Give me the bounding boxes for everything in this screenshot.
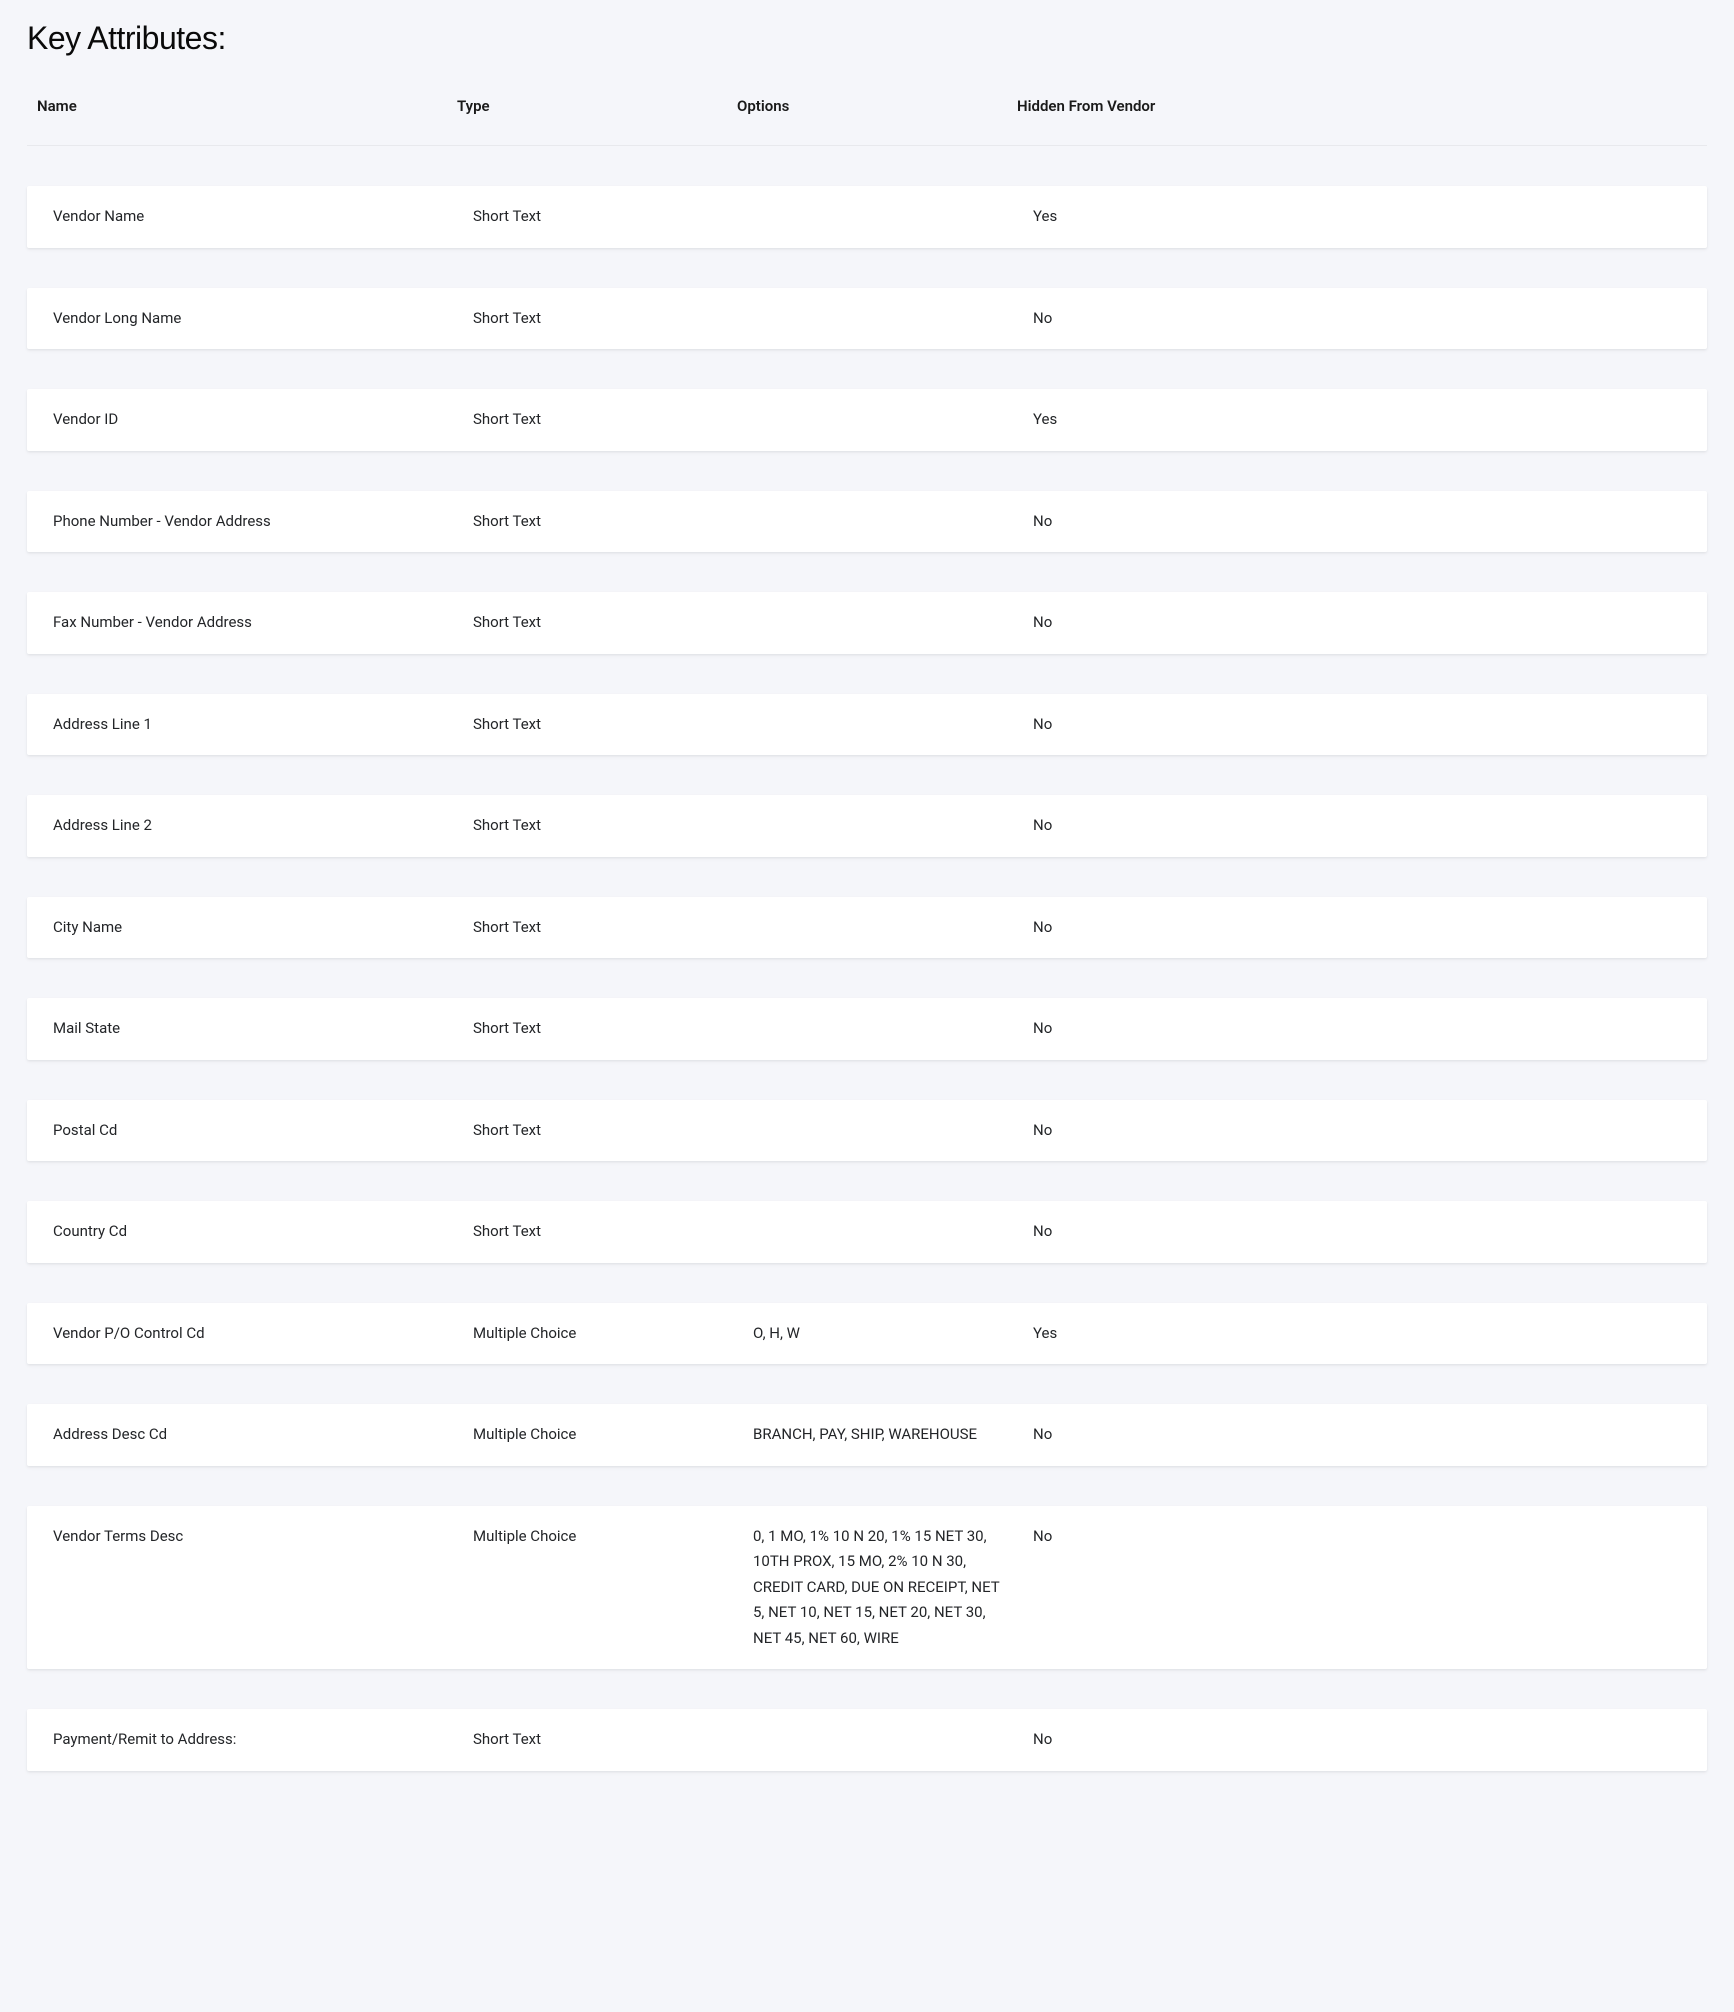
- attribute-hidden: No: [1023, 1422, 1691, 1448]
- attribute-type: Short Text: [463, 915, 743, 941]
- attribute-type: Short Text: [463, 1727, 743, 1753]
- key-attributes-section: Key Attributes: Name Type Options Hidden…: [27, 20, 1707, 1771]
- attribute-hidden: No: [1023, 1524, 1691, 1550]
- attribute-name: Vendor Long Name: [43, 306, 463, 332]
- attribute-name: Fax Number - Vendor Address: [43, 610, 463, 636]
- section-title: Key Attributes:: [27, 20, 1707, 57]
- attribute-hidden: No: [1023, 813, 1691, 839]
- attribute-row[interactable]: Vendor IDShort Text Yes: [27, 389, 1707, 451]
- attribute-row[interactable]: City NameShort Text No: [27, 897, 1707, 959]
- header-name: Name: [27, 97, 447, 115]
- attribute-type: Short Text: [463, 407, 743, 433]
- attribute-name: Payment/Remit to Address:: [43, 1727, 463, 1753]
- attribute-name: Address Line 1: [43, 712, 463, 738]
- attribute-row[interactable]: Address Line 2Short Text No: [27, 795, 1707, 857]
- attribute-name: Vendor ID: [43, 407, 463, 433]
- attribute-name: Phone Number - Vendor Address: [43, 509, 463, 535]
- attribute-hidden: No: [1023, 610, 1691, 636]
- attribute-options: 0, 1 MO, 1% 10 N 20, 1% 15 NET 30, 10TH …: [743, 1524, 1023, 1652]
- attribute-options: O, H, W: [743, 1321, 1023, 1347]
- attribute-type: Short Text: [463, 1118, 743, 1144]
- attribute-row[interactable]: Payment/Remit to Address:Short Text No: [27, 1709, 1707, 1771]
- header-hidden: Hidden From Vendor: [1007, 97, 1707, 115]
- attribute-hidden: No: [1023, 915, 1691, 941]
- header-type: Type: [447, 97, 727, 115]
- attribute-type: Short Text: [463, 610, 743, 636]
- header-options: Options: [727, 97, 1007, 115]
- attribute-type: Multiple Choice: [463, 1524, 743, 1550]
- attribute-name: Country Cd: [43, 1219, 463, 1245]
- attribute-row[interactable]: Vendor Terms DescMultiple Choice0, 1 MO,…: [27, 1506, 1707, 1670]
- attribute-hidden: Yes: [1023, 407, 1691, 433]
- attribute-row[interactable]: Vendor NameShort Text Yes: [27, 186, 1707, 248]
- attribute-type: Short Text: [463, 712, 743, 738]
- attribute-name: City Name: [43, 915, 463, 941]
- attribute-hidden: No: [1023, 712, 1691, 738]
- attribute-type: Short Text: [463, 1016, 743, 1042]
- attribute-name: Mail State: [43, 1016, 463, 1042]
- attribute-name: Vendor Name: [43, 204, 463, 230]
- attribute-name: Vendor P/O Control Cd: [43, 1321, 463, 1347]
- attribute-type: Short Text: [463, 1219, 743, 1245]
- attribute-type: Multiple Choice: [463, 1422, 743, 1448]
- attribute-hidden: No: [1023, 1016, 1691, 1042]
- attribute-type: Short Text: [463, 306, 743, 332]
- table-header: Name Type Options Hidden From Vendor: [27, 85, 1707, 146]
- attribute-rows: Vendor NameShort TextYesVendor Long Name…: [27, 186, 1707, 1771]
- attribute-name: Postal Cd: [43, 1118, 463, 1144]
- attribute-name: Address Line 2: [43, 813, 463, 839]
- attribute-type: Short Text: [463, 509, 743, 535]
- attribute-row[interactable]: Vendor Long NameShort Text No: [27, 288, 1707, 350]
- attribute-hidden: No: [1023, 1118, 1691, 1144]
- attribute-type: Multiple Choice: [463, 1321, 743, 1347]
- attribute-hidden: Yes: [1023, 204, 1691, 230]
- attribute-hidden: No: [1023, 509, 1691, 535]
- attribute-row[interactable]: Address Desc CdMultiple ChoiceBRANCH, PA…: [27, 1404, 1707, 1466]
- attribute-row[interactable]: Phone Number - Vendor AddressShort Text N…: [27, 491, 1707, 553]
- attribute-row[interactable]: Fax Number - Vendor AddressShort Text No: [27, 592, 1707, 654]
- attribute-row[interactable]: Address Line 1Short Text No: [27, 694, 1707, 756]
- attribute-hidden: No: [1023, 1219, 1691, 1245]
- attribute-hidden: Yes: [1023, 1321, 1691, 1347]
- attribute-name: Address Desc Cd: [43, 1422, 463, 1448]
- attribute-row[interactable]: Country CdShort Text No: [27, 1201, 1707, 1263]
- attribute-options: BRANCH, PAY, SHIP, WAREHOUSE: [743, 1422, 1023, 1448]
- attribute-hidden: No: [1023, 306, 1691, 332]
- attribute-row[interactable]: Vendor P/O Control CdMultiple ChoiceO, H…: [27, 1303, 1707, 1365]
- attribute-name: Vendor Terms Desc: [43, 1524, 463, 1550]
- attribute-row[interactable]: Mail StateShort Text No: [27, 998, 1707, 1060]
- attribute-type: Short Text: [463, 813, 743, 839]
- attribute-type: Short Text: [463, 204, 743, 230]
- attribute-hidden: No: [1023, 1727, 1691, 1753]
- attribute-row[interactable]: Postal CdShort Text No: [27, 1100, 1707, 1162]
